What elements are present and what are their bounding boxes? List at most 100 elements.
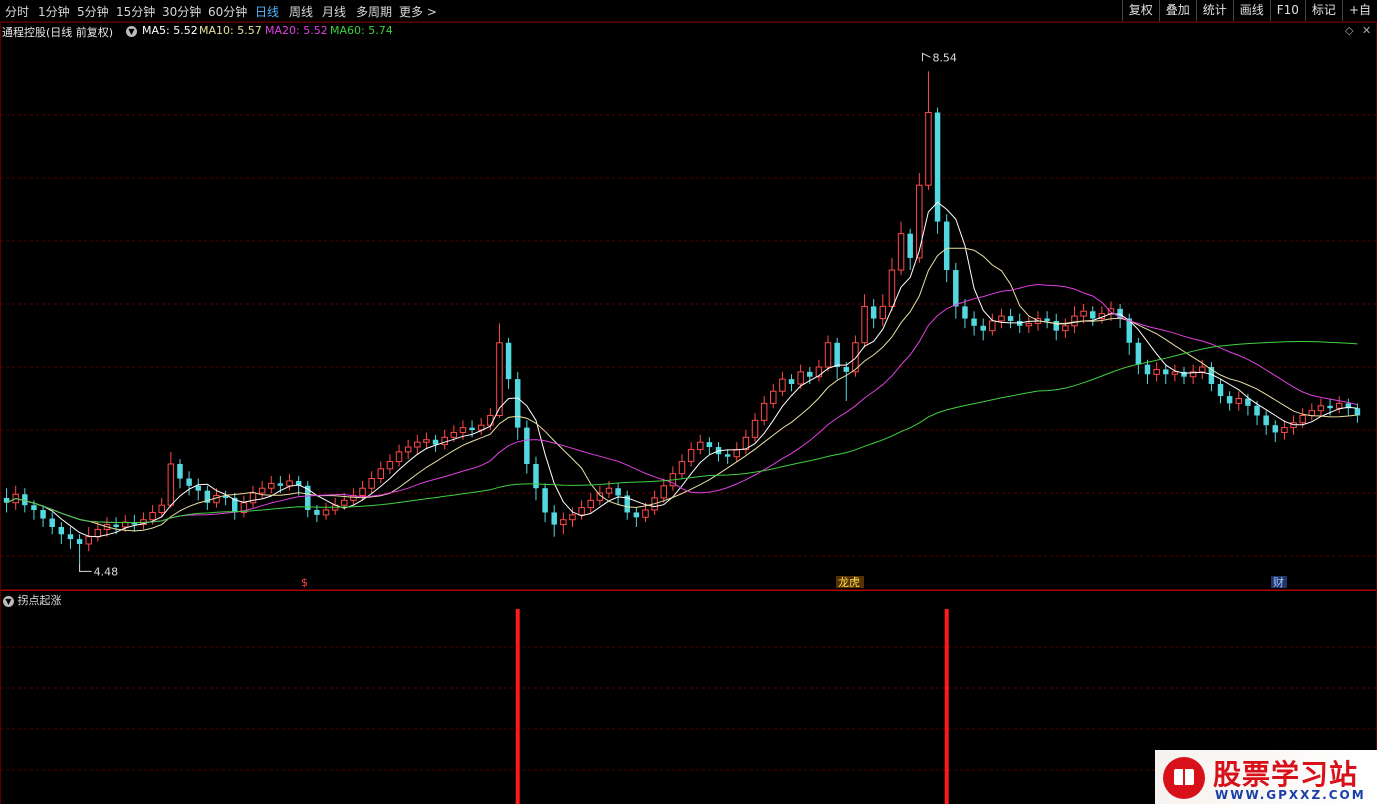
candle-body-up <box>697 441 704 450</box>
candle-body-down <box>177 463 183 479</box>
candle-body-down <box>1044 318 1050 321</box>
candle-body-up <box>760 402 768 421</box>
candle-body-up <box>687 448 695 463</box>
candle-body-down <box>870 306 877 319</box>
candle-body-up <box>213 494 220 504</box>
candle-body-down <box>58 527 65 535</box>
candle-body-up <box>587 499 594 509</box>
ma10-label: MA10: 5.57 <box>199 24 262 37</box>
period-tab-30min[interactable]: 30分钟 <box>162 3 201 20</box>
watermark: 股票学习站 WWW.GPXXZ.COM <box>1155 750 1377 804</box>
candle-body-down <box>633 512 640 518</box>
candle-body-down <box>1007 316 1014 321</box>
period-tab-5min[interactable]: 5分钟 <box>77 3 109 20</box>
period-tab-daily[interactable]: 日线 <box>255 3 279 20</box>
candle-body-down <box>67 534 74 540</box>
candle-body-up <box>1235 398 1243 404</box>
period-tab-multi[interactable]: 多周期 <box>356 3 392 20</box>
f10-button[interactable]: F10 <box>1269 0 1305 21</box>
add-custom-button[interactable]: +自 <box>1341 0 1377 21</box>
candle-body-up <box>167 463 175 506</box>
diamond-icon[interactable]: ◇ <box>1345 24 1353 37</box>
candle-body-up <box>487 414 494 426</box>
candle-body-up <box>423 439 430 443</box>
candle-body-down <box>1217 383 1224 397</box>
candle-body-down <box>314 510 320 515</box>
candle-body-up <box>459 427 467 433</box>
close-icon[interactable]: ✕ <box>1362 24 1371 37</box>
candle-body-up <box>916 184 923 259</box>
candle-body-down <box>843 367 850 372</box>
candle-body-up <box>1080 310 1087 317</box>
event-marker-dragon-tiger: 龙虎 <box>838 576 860 589</box>
candle-body-up <box>1025 322 1033 327</box>
candle-body-up <box>1308 410 1316 416</box>
candle-body-up <box>733 448 741 458</box>
candle-body-up <box>578 507 585 516</box>
candle-body-down <box>542 488 548 513</box>
candle-body-down <box>432 439 439 445</box>
candle-body-up <box>989 320 996 332</box>
candle-body-up <box>1281 427 1288 433</box>
candle-body-down <box>524 427 530 464</box>
stock-title: 通程控股(日线 前复权) <box>2 26 114 39</box>
period-tab-intraday[interactable]: 分时 <box>5 3 29 20</box>
overlay-button[interactable]: 叠加 <box>1158 0 1196 21</box>
candle-body-down <box>1327 405 1333 409</box>
ma60-label: MA60: 5.74 <box>330 24 393 37</box>
candle-body-up <box>1062 325 1069 332</box>
period-tab-weekly[interactable]: 周线 <box>289 3 313 20</box>
period-tab-monthly[interactable]: 月线 <box>322 3 346 20</box>
candle-body-down <box>195 485 201 491</box>
candle-body-down <box>962 306 968 319</box>
candle-body-up <box>149 511 156 521</box>
draw-button[interactable]: 画线 <box>1232 0 1270 21</box>
candlestick-chart[interactable]: 8.54 4.48 $ 龙虎 财 <box>0 22 1377 590</box>
candle-body-up <box>359 487 366 496</box>
low-price-label: 4.48 <box>94 565 119 578</box>
candle-body-down <box>1254 405 1260 416</box>
candle-body-up <box>286 480 293 487</box>
watermark-url: WWW.GPXXZ.COM <box>1215 788 1366 802</box>
period-tab-more[interactable]: 更多 > <box>399 3 437 20</box>
candle-body-up <box>1199 366 1206 373</box>
candle-body-up <box>249 492 257 504</box>
low-marker-arrow <box>79 563 92 572</box>
candle-body-down <box>1354 408 1361 416</box>
candle-body-up <box>377 468 385 480</box>
candle-body-up <box>1299 414 1306 424</box>
candle-body-up <box>258 487 266 494</box>
collapse-indicator-icon[interactable]: ▼ <box>3 596 14 607</box>
candle-body-up <box>94 528 102 538</box>
candle-body-down <box>31 505 37 511</box>
signal-bar <box>944 609 949 804</box>
candle-body-up <box>605 487 613 494</box>
candle-body-down <box>953 270 959 307</box>
candle-body-down <box>1226 396 1233 404</box>
candle-body-down <box>76 539 83 544</box>
candle-body-down <box>706 442 713 448</box>
candle-body-up <box>368 478 375 489</box>
candle-body-down <box>1144 364 1151 375</box>
watermark-title: 股票学习站 <box>1213 758 1359 791</box>
mark-button[interactable]: 标记 <box>1304 0 1342 21</box>
candle-body-up <box>861 305 868 344</box>
period-tab-60min[interactable]: 60分钟 <box>208 3 247 20</box>
candle-body-up <box>770 390 777 404</box>
candle-body-up <box>660 485 667 499</box>
candle-body-down <box>834 342 840 368</box>
period-tab-1min[interactable]: 1分钟 <box>38 3 70 20</box>
candle-body-down <box>807 371 813 377</box>
stats-button[interactable]: 统计 <box>1195 0 1233 21</box>
period-tab-15min[interactable]: 15分钟 <box>116 3 155 20</box>
candle-body-down <box>1263 415 1269 426</box>
candle-body-down <box>186 478 192 486</box>
candle-body-up <box>897 233 905 271</box>
candle-body-up <box>158 504 165 513</box>
candle-body-down <box>788 379 795 384</box>
candle-body-up <box>386 461 394 470</box>
candle-body-down <box>551 512 557 525</box>
adjust-button[interactable]: 复权 <box>1121 0 1159 21</box>
candle-body-down <box>934 112 941 222</box>
candle-body-up <box>560 519 567 526</box>
